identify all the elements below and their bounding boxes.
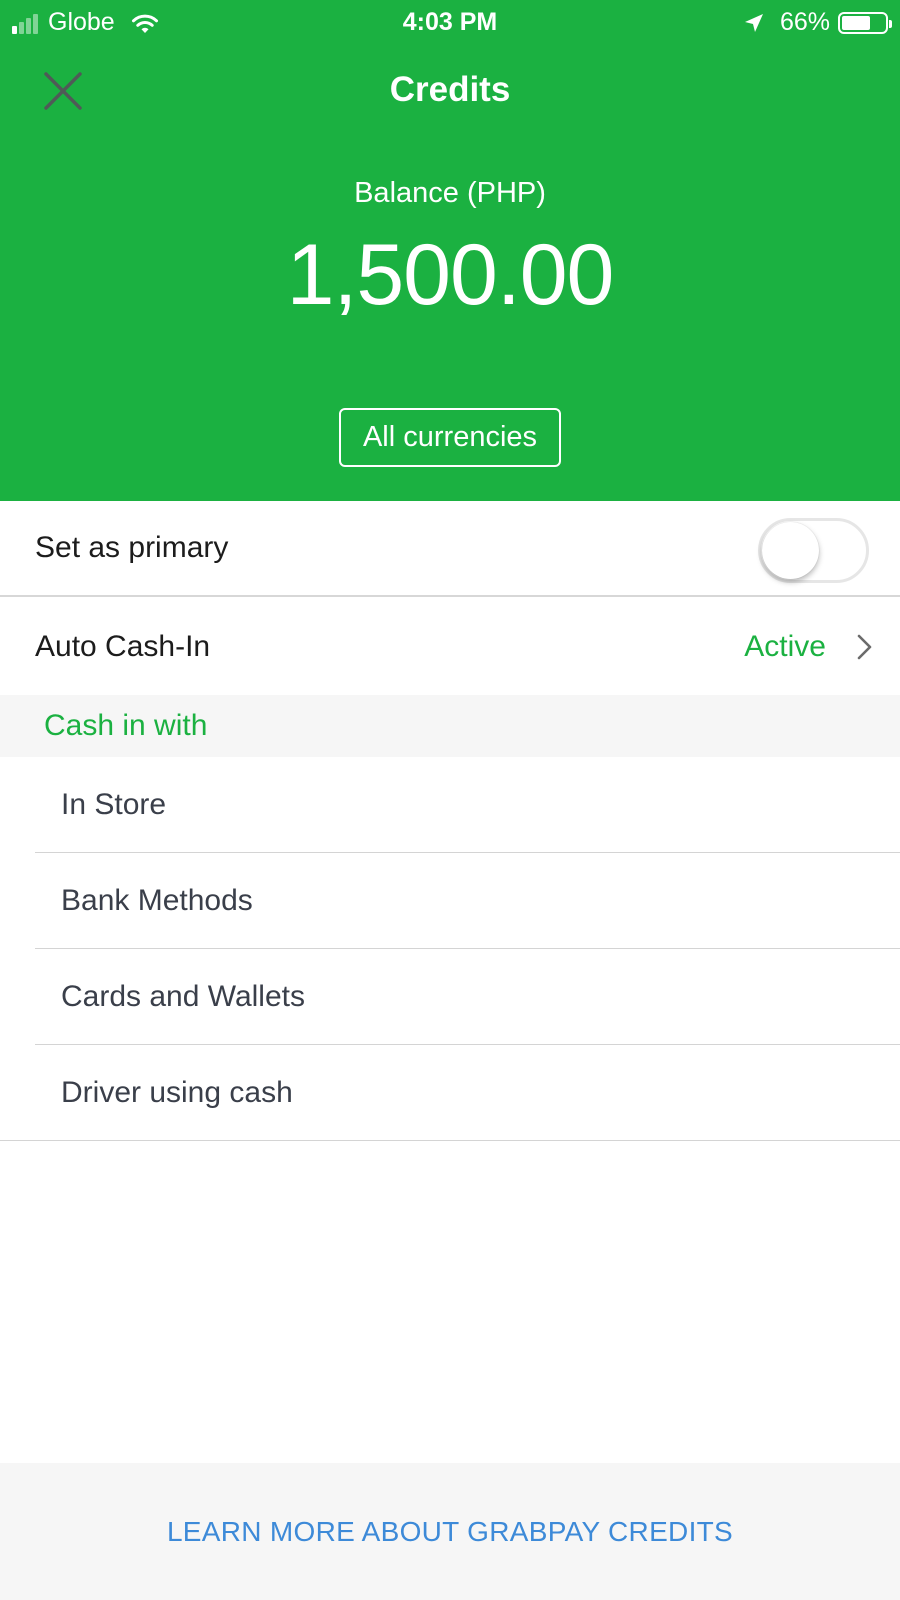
list-item-label: Driver using cash xyxy=(61,1076,293,1109)
learn-more-link[interactable]: LEARN MORE ABOUT GRABPAY CREDITS xyxy=(167,1516,733,1548)
chevron-right-icon xyxy=(857,634,872,660)
header: Globe 4:03 PM 66% Credits Balance (PHP) … xyxy=(0,0,900,501)
divider xyxy=(0,1140,900,1141)
battery-fill xyxy=(842,15,870,30)
status-bar: Globe 4:03 PM 66% xyxy=(0,0,900,44)
auto-cash-in-status: Active xyxy=(744,630,826,663)
balance-amount: 1,500.00 xyxy=(286,227,615,323)
list-item-label: In Store xyxy=(61,788,167,821)
balance-label: Balance (PHP) xyxy=(354,177,546,209)
set-primary-toggle[interactable] xyxy=(758,518,869,583)
set-primary-row: Set as primary xyxy=(0,501,900,597)
list-item-label: Cards and Wallets xyxy=(61,980,305,1013)
all-currencies-button[interactable]: All currencies xyxy=(339,408,561,467)
list-item-cards-and-wallets[interactable]: Cards and Wallets xyxy=(0,949,900,1045)
page-title: Credits xyxy=(389,70,511,109)
location-arrow-icon xyxy=(744,13,763,32)
auto-cash-in-label: Auto Cash-In xyxy=(35,630,211,663)
status-bar-right: 66% xyxy=(742,8,892,37)
battery-icon xyxy=(838,11,892,34)
list-item-label: Bank Methods xyxy=(61,884,253,917)
set-primary-label: Set as primary xyxy=(35,531,229,564)
list-item-in-store[interactable]: In Store xyxy=(0,757,900,853)
toggle-knob xyxy=(762,522,819,579)
battery-percent: 66% xyxy=(779,8,830,36)
auto-cash-in-row[interactable]: Auto Cash-In Active xyxy=(0,599,900,695)
section-title: Cash in with xyxy=(44,709,208,742)
list-item-driver-using-cash[interactable]: Driver using cash xyxy=(0,1045,900,1141)
list-item-bank-methods[interactable]: Bank Methods xyxy=(0,853,900,949)
footer: LEARN MORE ABOUT GRABPAY CREDITS xyxy=(0,1463,900,1600)
cash-in-methods-list: In Store Bank Methods Cards and Wallets … xyxy=(0,757,900,1141)
cash-in-section-header: Cash in with xyxy=(0,695,900,757)
